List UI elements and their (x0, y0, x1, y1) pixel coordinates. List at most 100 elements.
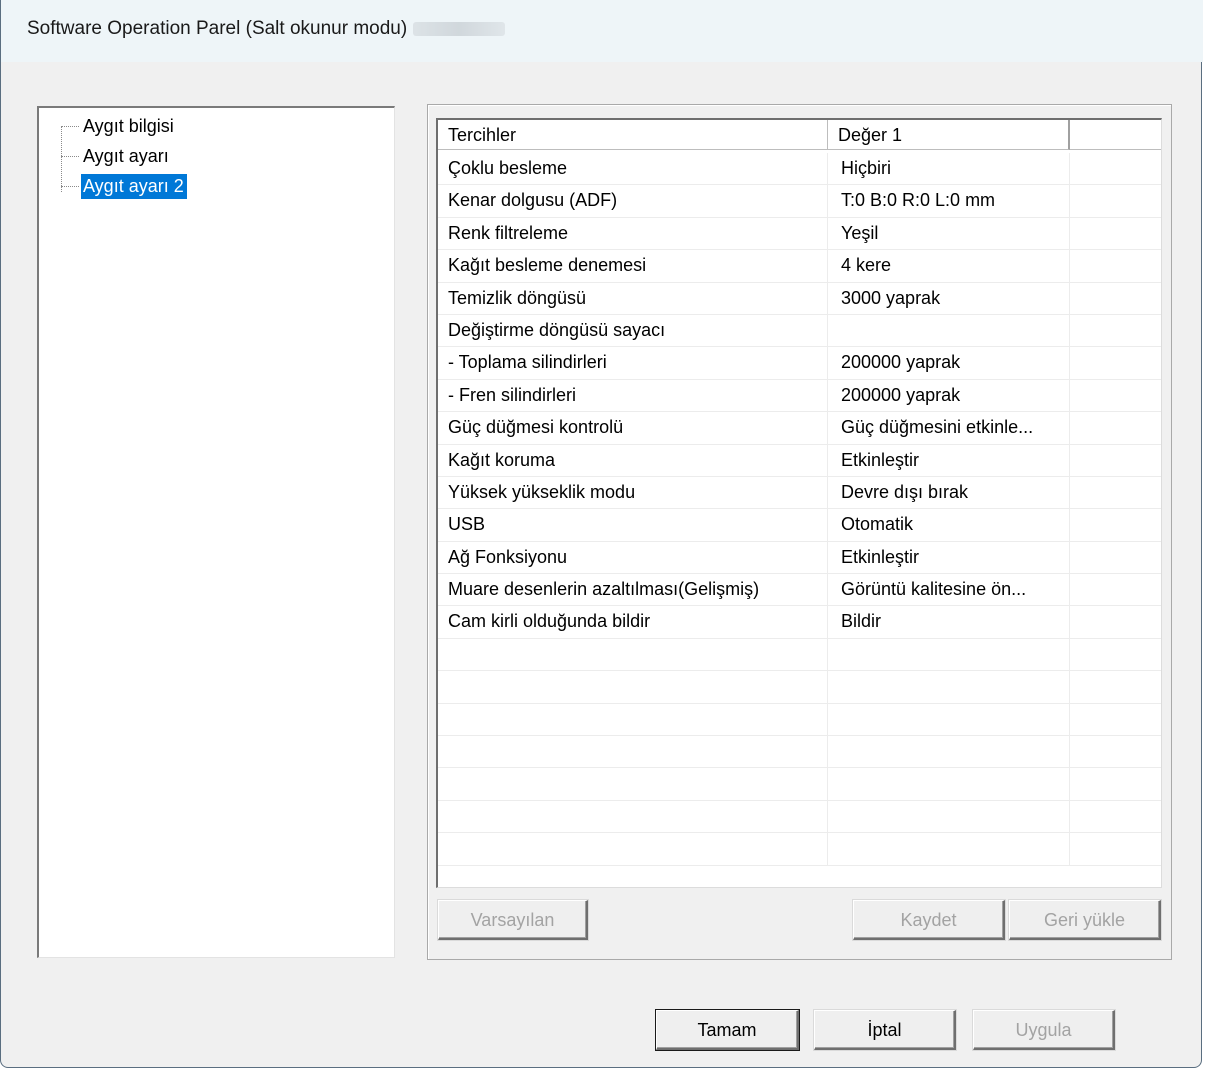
preference-name-cell (438, 703, 828, 736)
preference-name-cell: Değiştirme döngüsü sayacı (438, 314, 828, 347)
preference-name-cell: Kağıt besleme denemesi (438, 250, 828, 282)
preference-name-cell (438, 768, 828, 800)
preference-extra-cell (1070, 218, 1161, 249)
table-row[interactable]: Güç düğmesi kontrolü Güç düğmesini etkinl… (438, 412, 1161, 445)
table-row[interactable]: Kağıt koruma Etkinleştir (438, 444, 1161, 477)
title-bar: Software Operation Parel (Salt okunur mo… (1, 0, 1203, 62)
preference-value-cell: Hiçbiri (828, 153, 1070, 185)
preference-name-cell: Yüksek yükseklik modu (438, 476, 828, 509)
preference-value-cell: T:0 B:0 R:0 L:0 mm (828, 185, 1070, 217)
table-row[interactable] (438, 638, 1161, 672)
list-header: Tercihler Değer 1 (438, 120, 1161, 152)
settings-tree[interactable]: Aygıt bilgisi Aygıt ayarı Aygıt ayarı 2 (37, 106, 395, 958)
preference-name-cell: Renk filtreleme (438, 217, 828, 250)
preference-value-cell: Yeşil (828, 217, 1070, 250)
preference-value-cell: Etkinleştir (828, 444, 1070, 476)
preference-name-cell (438, 800, 828, 833)
tree-item-label: Aygıt ayarı (83, 146, 169, 166)
preference-value-cell (828, 314, 1070, 347)
preference-name-cell: Kağıt koruma (438, 444, 828, 476)
preference-name-cell: Cam kirli olduğunda bildir (438, 606, 828, 638)
table-row[interactable]: Yüksek yükseklik modu Devre dışı bırak (438, 476, 1161, 510)
preference-extra-cell (1070, 768, 1161, 799)
preference-extra-cell (1070, 801, 1161, 832)
preference-value-cell: Bildir (828, 606, 1070, 638)
window-title-text: Software Operation Parel (Salt okunur mo… (27, 18, 408, 39)
preference-name-cell: Muare desenlerin azaltılması(Gelişmiş) (438, 574, 828, 606)
preference-name-cell (438, 671, 828, 703)
table-row[interactable]: USB Otomatik (438, 509, 1161, 542)
table-row[interactable]: Renk filtreleme Yeşil (438, 217, 1161, 251)
preference-extra-cell (1070, 704, 1161, 735)
tree-branch-line (61, 126, 79, 127)
table-row[interactable] (438, 703, 1161, 737)
preference-extra-cell (1070, 445, 1161, 476)
table-row[interactable]: - Toplama silindirleri 200000 yaprak (438, 347, 1161, 380)
preference-name-cell: - Fren silindirleri (438, 379, 828, 412)
table-row[interactable]: Temizlik döngüsü 3000 yaprak (438, 282, 1161, 315)
column-header-preferences[interactable]: Tercihler (438, 120, 828, 150)
table-row[interactable] (438, 768, 1161, 801)
preference-extra-cell (1070, 250, 1161, 281)
column-header-empty[interactable] (1070, 120, 1161, 150)
apply-button[interactable]: Uygula (973, 1010, 1115, 1050)
tree-item-label: Aygıt bilgisi (83, 116, 174, 136)
preference-value-cell: 4 kere (828, 250, 1070, 282)
table-row[interactable]: - Fren silindirleri 200000 yaprak (438, 379, 1161, 413)
preference-name-cell: Temizlik döngüsü (438, 282, 828, 314)
ok-button[interactable]: Tamam (656, 1010, 799, 1050)
preference-value-cell (828, 703, 1070, 736)
list-rows: Çoklu besleme Hiçbiri Kenar dolgusu (ADF) T… (438, 153, 1161, 866)
preference-value-cell (828, 671, 1070, 703)
restore-button[interactable]: Geri yükle (1009, 900, 1161, 940)
preference-name-cell: Güç düğmesi kontrolü (438, 412, 828, 444)
table-row[interactable]: Ağ Fonksiyonu Etkinleştir (438, 541, 1161, 575)
dialog-window: Software Operation Parel (Salt okunur mo… (0, 0, 1203, 1068)
preference-value-cell: Görüntü kalitesine ön... (828, 574, 1070, 606)
preference-name-cell (438, 638, 828, 671)
table-row[interactable]: Kenar dolgusu (ADF) T:0 B:0 R:0 L:0 mm (438, 185, 1161, 218)
table-row[interactable]: Kağıt besleme denemesi 4 kere (438, 250, 1161, 283)
tree-connector (61, 126, 62, 192)
preference-extra-cell (1070, 671, 1161, 702)
cancel-button[interactable]: İptal (814, 1010, 956, 1050)
preferences-list[interactable]: Tercihler Değer 1 Çoklu besleme Hiçbiri Ke… (436, 118, 1162, 888)
preference-value-cell: 3000 yaprak (828, 282, 1070, 314)
preference-value-cell: Devre dışı bırak (828, 476, 1070, 509)
preference-name-cell: USB (438, 509, 828, 541)
preference-extra-cell (1070, 412, 1161, 443)
preference-value-cell (828, 768, 1070, 800)
preference-value-cell: 200000 yaprak (828, 347, 1070, 379)
preference-name-cell: - Toplama silindirleri (438, 347, 828, 379)
preference-name-cell: Çoklu besleme (438, 153, 828, 185)
preference-extra-cell (1070, 736, 1161, 767)
preference-extra-cell (1070, 477, 1161, 508)
preference-name-cell: Kenar dolgusu (ADF) (438, 185, 828, 217)
tree-item-label: Aygıt ayarı 2 (81, 174, 187, 199)
window-title: Software Operation Parel (Salt okunur mo… (27, 18, 506, 40)
table-row[interactable] (438, 736, 1161, 769)
preference-name-cell: Ağ Fonksiyonu (438, 541, 828, 574)
preference-extra-cell (1070, 153, 1161, 184)
table-row[interactable] (438, 833, 1161, 866)
table-row[interactable]: Muare desenlerin azaltılması(Gelişmiş) Gö… (438, 574, 1161, 607)
redacted-model-name (413, 21, 506, 36)
preference-extra-cell (1070, 606, 1161, 637)
save-button[interactable]: Kaydet (853, 900, 1005, 940)
column-header-value-1[interactable]: Değer 1 (828, 120, 1070, 150)
table-row[interactable]: Değiştirme döngüsü sayacı (438, 314, 1161, 348)
preference-extra-cell (1070, 380, 1161, 411)
preference-extra-cell (1070, 347, 1161, 378)
table-row[interactable] (438, 671, 1161, 704)
preference-extra-cell (1070, 185, 1161, 216)
table-row[interactable]: Cam kirli olduğunda bildir Bildir (438, 606, 1161, 639)
preference-extra-cell (1070, 833, 1161, 864)
preference-value-cell (828, 800, 1070, 833)
preference-value-cell (828, 833, 1070, 865)
table-row[interactable] (438, 800, 1161, 834)
preference-value-cell (828, 736, 1070, 768)
default-button[interactable]: Varsayılan (438, 900, 588, 940)
tree-branch-line (61, 156, 79, 157)
preference-value-cell: 200000 yaprak (828, 379, 1070, 412)
table-row[interactable]: Çoklu besleme Hiçbiri (438, 153, 1161, 186)
